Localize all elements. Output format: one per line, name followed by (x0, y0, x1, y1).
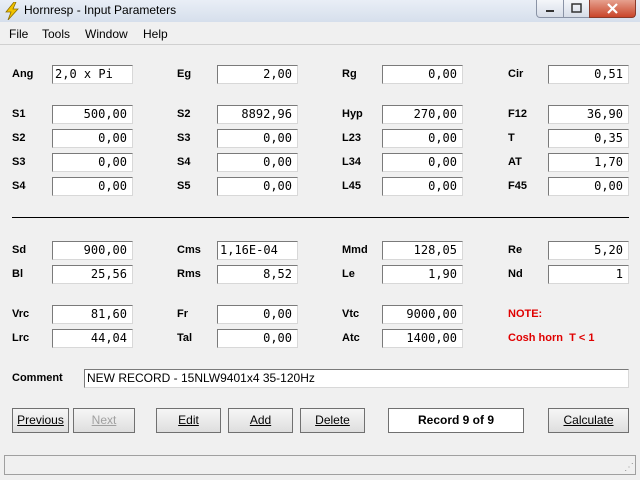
vrc-field[interactable]: 81,60 (52, 305, 133, 324)
menu-tools[interactable]: Tools (42, 27, 70, 41)
l23-label: L23 (342, 132, 361, 144)
section-divider (12, 217, 629, 218)
sd-label: Sd (12, 244, 27, 256)
close-button[interactable] (589, 0, 636, 18)
f45-field[interactable]: 0,00 (548, 177, 629, 196)
cir-label: Cir (508, 68, 524, 80)
window-title: Hornresp - Input Parameters (24, 3, 177, 17)
note-text: Cosh horn T < 1 (508, 332, 595, 344)
comment-label: Comment (12, 372, 63, 384)
resize-grip-icon[interactable]: ⋰ (624, 462, 634, 473)
calculate-button[interactable]: Calculate (548, 408, 629, 433)
s4-label: S4 (177, 156, 191, 168)
le-label: Le (342, 268, 355, 280)
bl-field[interactable]: 25,56 (52, 265, 133, 284)
atc-label: Atc (342, 332, 360, 344)
status-bar: ⋰ (4, 455, 636, 475)
f45-label: F45 (508, 180, 527, 192)
s5-field[interactable]: 0,00 (217, 177, 298, 196)
next-button[interactable]: Next (73, 408, 135, 433)
rg-label: Rg (342, 68, 357, 80)
bl-label: Bl (12, 268, 23, 280)
rg-field[interactable]: 0,00 (382, 65, 463, 84)
f12-field[interactable]: 36,90 (548, 105, 629, 124)
re-field[interactable]: 5,20 (548, 241, 629, 260)
s1-field[interactable]: 500,00 (52, 105, 133, 124)
s4-segment4-label: S4 (12, 180, 26, 192)
l45-label: L45 (342, 180, 361, 192)
f12-label: F12 (508, 108, 527, 120)
s1-label: S1 (12, 108, 26, 120)
re-label: Re (508, 244, 523, 256)
ang-field[interactable]: 2,0 x Pi (52, 65, 133, 84)
ang-label: Ang (12, 68, 34, 80)
s3-field[interactable]: 0,00 (217, 129, 298, 148)
cir-field[interactable]: 0,51 (548, 65, 629, 84)
maximize-button[interactable] (563, 0, 590, 18)
s3-segment3-label: S3 (12, 156, 26, 168)
cms-field[interactable]: 1,16E-04 (217, 241, 298, 260)
edit-button[interactable]: Edit (156, 408, 221, 433)
menu-help[interactable]: Help (143, 27, 168, 41)
tal-label: Tal (177, 332, 193, 344)
input-parameters-form: Ang 2,0 x Pi Eg 2,00 Rg 0,00 Cir 0,51 S1… (0, 45, 640, 480)
minimize-button[interactable] (536, 0, 564, 18)
maximize-icon (571, 3, 582, 13)
delete-button[interactable]: Delete (300, 408, 365, 433)
s2-segment2-label: S2 (12, 132, 26, 144)
eg-field[interactable]: 2,00 (217, 65, 298, 84)
t-label: T (508, 132, 515, 144)
s2-field[interactable]: 8892,96 (217, 105, 298, 124)
nd-label: Nd (508, 268, 523, 280)
note-title: NOTE: (508, 308, 543, 320)
s4-field[interactable]: 0,00 (217, 153, 298, 172)
s3-label: S3 (177, 132, 191, 144)
record-indicator: Record 9 of 9 (388, 408, 524, 433)
menu-file[interactable]: File (9, 27, 28, 41)
le-field[interactable]: 1,90 (382, 265, 463, 284)
s5-label: S5 (177, 180, 191, 192)
eg-label: Eg (177, 68, 192, 80)
s2-segment2-field[interactable]: 0,00 (52, 129, 133, 148)
vtc-field[interactable]: 9000,00 (382, 305, 463, 324)
atc-field[interactable]: 1400,00 (382, 329, 463, 348)
at-label: AT (508, 156, 522, 168)
rms-label: Rms (177, 268, 201, 280)
vrc-label: Vrc (12, 308, 30, 320)
comment-field[interactable]: NEW RECORD - 15NLW9401x4 35-120Hz (84, 369, 629, 388)
menu-window[interactable]: Window (85, 27, 128, 41)
s3-segment3-field[interactable]: 0,00 (52, 153, 133, 172)
lrc-label: Lrc (12, 332, 30, 344)
previous-button[interactable]: Previous (12, 408, 69, 433)
rms-field[interactable]: 8,52 (217, 265, 298, 284)
app-window: Hornresp - Input Parameters File Tools W… (0, 0, 640, 480)
lrc-field[interactable]: 44,04 (52, 329, 133, 348)
fr-label: Fr (177, 308, 188, 320)
s2-label: S2 (177, 108, 191, 120)
at-field[interactable]: 1,70 (548, 153, 629, 172)
mmd-label: Mmd (342, 244, 368, 256)
l34-field[interactable]: 0,00 (382, 153, 463, 172)
hyp-field[interactable]: 270,00 (382, 105, 463, 124)
menu-bar: File Tools Window Help (0, 24, 640, 45)
cms-label: Cms (177, 244, 201, 256)
title-bar: Hornresp - Input Parameters (0, 0, 640, 22)
minimize-icon (546, 10, 554, 12)
sd-field[interactable]: 900,00 (52, 241, 133, 260)
vtc-label: Vtc (342, 308, 360, 320)
s4-segment4-field[interactable]: 0,00 (52, 177, 133, 196)
mmd-field[interactable]: 128,05 (382, 241, 463, 260)
l23-field[interactable]: 0,00 (382, 129, 463, 148)
tal-field[interactable]: 0,00 (217, 329, 298, 348)
add-button[interactable]: Add (228, 408, 293, 433)
nd-field[interactable]: 1 (548, 265, 629, 284)
t-field[interactable]: 0,35 (548, 129, 629, 148)
close-icon (607, 3, 618, 14)
hyp-label: Hyp (342, 108, 363, 120)
fr-field[interactable]: 0,00 (217, 305, 298, 324)
l34-label: L34 (342, 156, 361, 168)
l45-field[interactable]: 0,00 (382, 177, 463, 196)
lightning-bolt-icon (5, 2, 19, 20)
